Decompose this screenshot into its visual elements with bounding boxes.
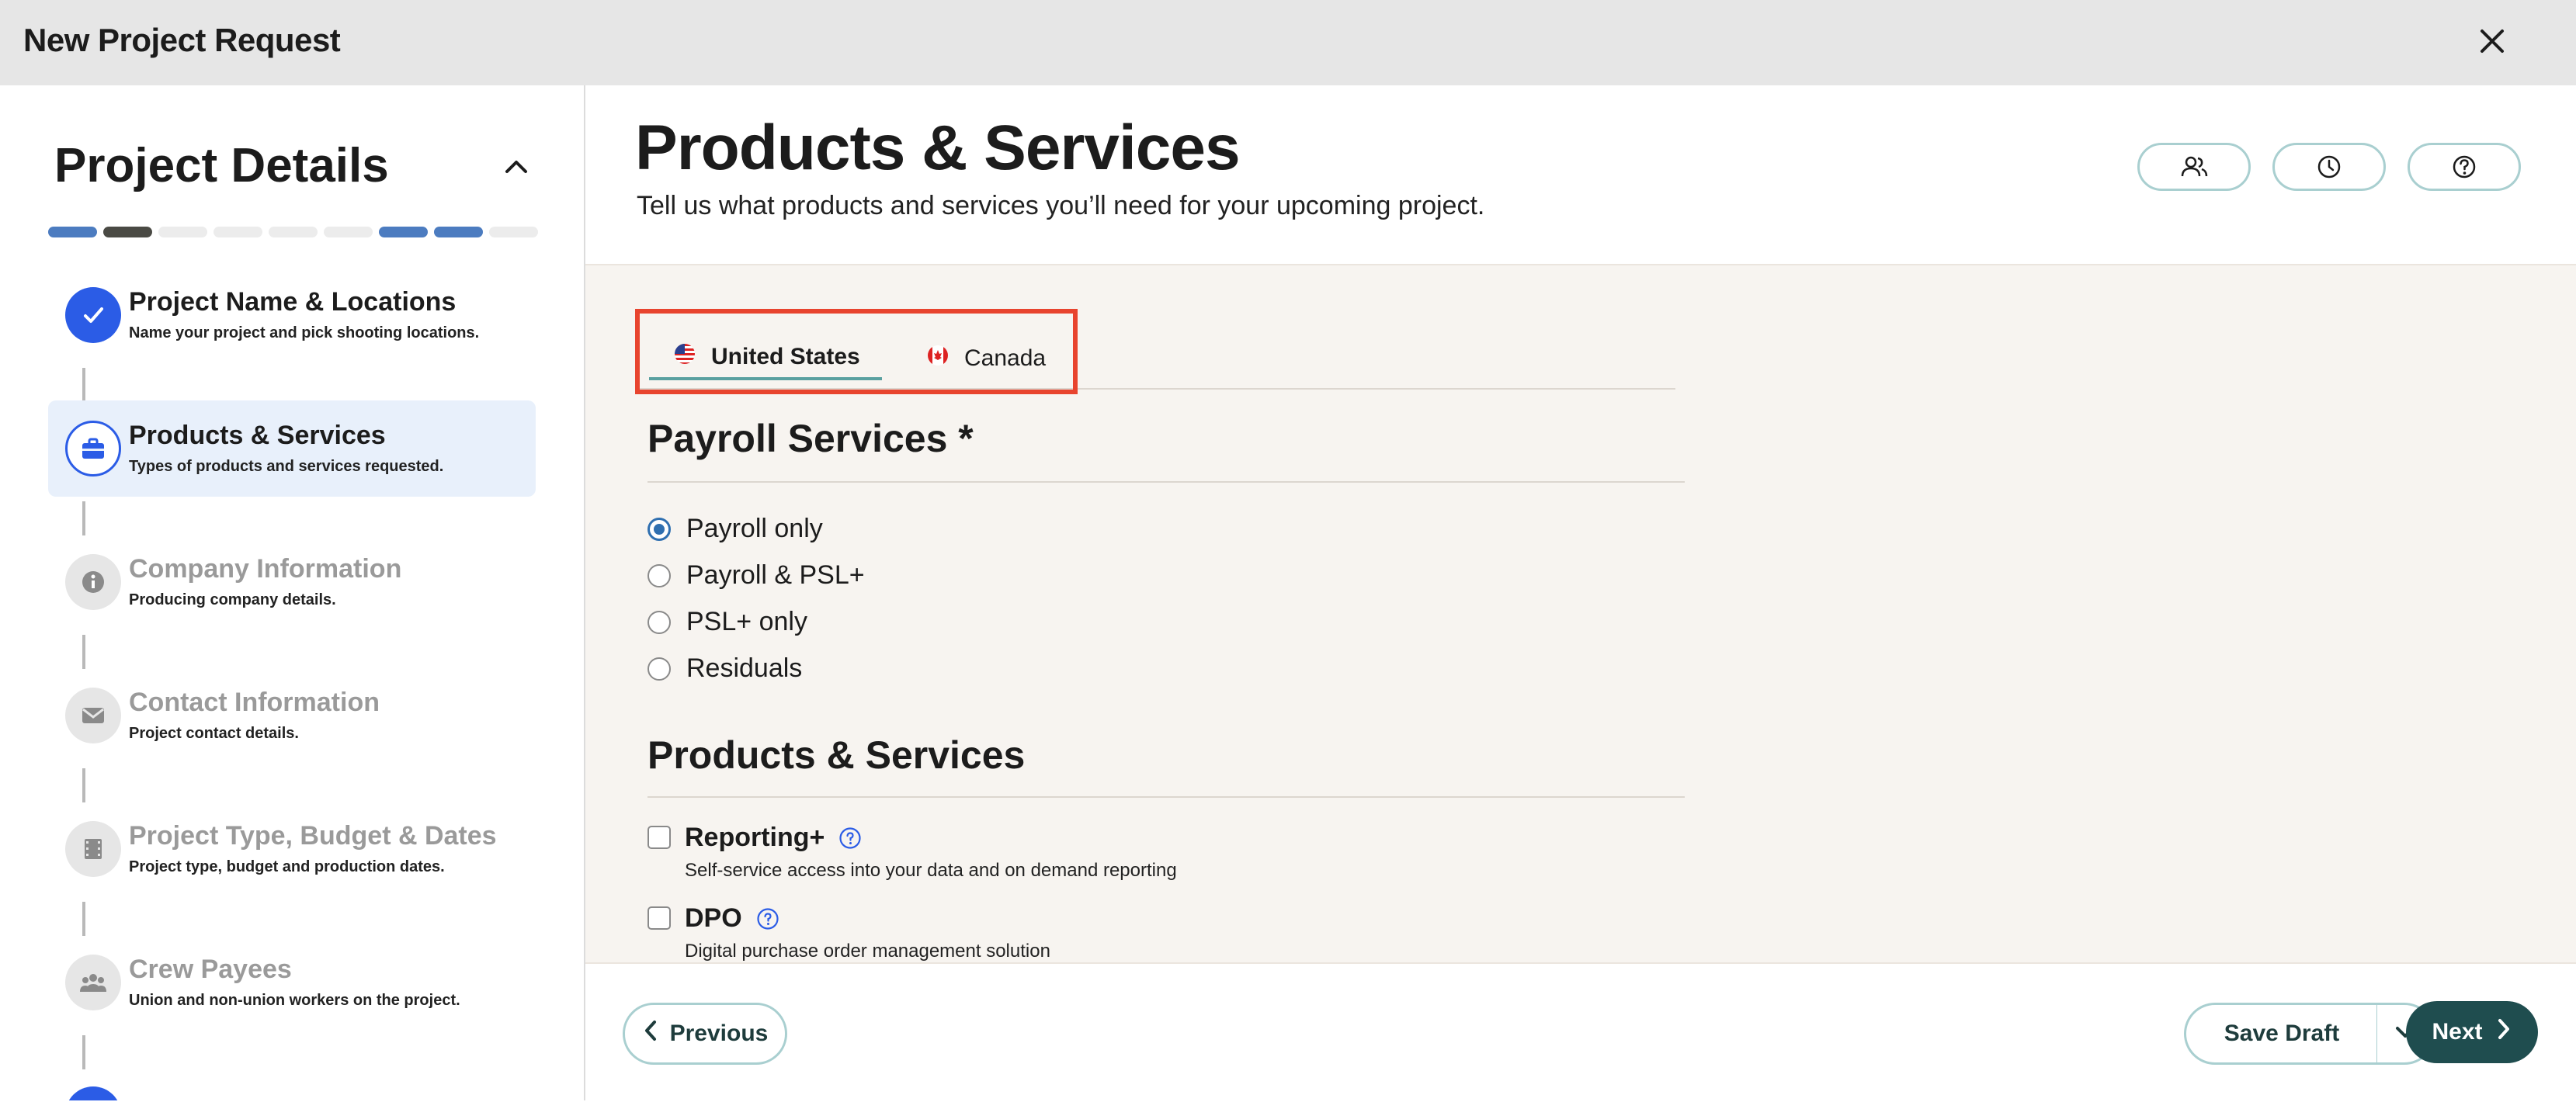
radio-label: Payroll only	[686, 514, 823, 543]
help-icon[interactable]	[2408, 143, 2521, 191]
radio-button[interactable]	[647, 563, 671, 587]
window-title: New Project Request	[23, 22, 341, 58]
step-crew-payees[interactable]: Crew Payees Union and non-union workers …	[48, 934, 536, 1031]
next-button[interactable]: Next	[2406, 1001, 2538, 1063]
step-title: Company Information	[129, 554, 402, 584]
step-title: Project Name & Locations	[129, 287, 457, 317]
people-icon	[65, 955, 121, 1010]
step-subtitle: Union and non-union workers on the proje…	[129, 992, 460, 1009]
page-title: Products & Services	[635, 113, 1241, 183]
step-title: Products & Services	[129, 421, 386, 450]
checkbox-description: Self-service access into your data and o…	[685, 860, 1177, 881]
main-panel: Products & Services Tell us what product…	[585, 85, 2576, 1102]
chevron-up-icon[interactable]	[497, 147, 536, 186]
film-icon	[65, 821, 121, 877]
title-bar: New Project Request	[0, 0, 2576, 85]
divider	[647, 481, 1685, 483]
sidebar-title: Project Details	[54, 139, 389, 192]
help-circle-icon[interactable]	[838, 826, 862, 850]
radio-residuals[interactable]: Residuals	[647, 653, 802, 684]
footer: Previous Save Draft Next	[585, 962, 2576, 1102]
chevron-left-icon	[642, 1019, 659, 1048]
clock-icon[interactable]	[2272, 143, 2386, 191]
help-circle-icon[interactable]	[756, 907, 779, 930]
envelope-icon	[65, 688, 121, 743]
step-subtitle: Project type, budget and production date…	[129, 858, 445, 875]
info-icon	[65, 554, 121, 610]
progress-segment	[269, 227, 318, 237]
save-draft-button[interactable]: Save Draft	[2184, 1003, 2378, 1065]
products-section-title: Products & Services	[647, 733, 1026, 777]
step-title: Project Type, Budget & Dates	[129, 821, 497, 851]
next-label: Next	[2432, 1019, 2483, 1045]
progress-segment	[214, 227, 262, 237]
progress-segment	[434, 227, 483, 237]
step-connector	[82, 635, 85, 669]
radio-payroll-psl[interactable]: Payroll & PSL+	[647, 560, 865, 591]
step-subtitle: Name your project and pick shooting loca…	[129, 324, 480, 341]
step-subtitle: Project contact details.	[129, 725, 299, 742]
step-title: Contact Information	[129, 688, 380, 717]
step-connector	[82, 768, 85, 802]
progress-segment	[48, 227, 97, 237]
progress-segment	[324, 227, 373, 237]
page-subtitle: Tell us what products and services you’l…	[637, 191, 1485, 220]
users-icon[interactable]	[2137, 143, 2251, 191]
step-connector	[82, 1035, 85, 1069]
progress-bar	[48, 227, 538, 237]
step-subtitle: Types of products and services requested…	[129, 458, 444, 475]
checkbox[interactable]	[647, 906, 671, 930]
radio-button[interactable]	[647, 517, 671, 541]
step-project-type-budget-dates[interactable]: Project Type, Budget & Dates Project typ…	[48, 801, 536, 897]
progress-segment	[379, 227, 428, 237]
previous-label: Previous	[669, 1021, 769, 1046]
checkbox[interactable]	[647, 826, 671, 849]
tab-highlight-box	[635, 309, 1078, 394]
radio-button[interactable]	[647, 610, 671, 634]
step-products-services[interactable]: Products & Services Types of products an…	[48, 400, 536, 497]
step-company-information[interactable]: Company Information Producing company de…	[48, 534, 536, 630]
step-next-circle	[65, 1086, 121, 1100]
checkbox-label: DPO	[685, 903, 742, 933]
step-project-name-locations[interactable]: Project Name & Locations Name your proje…	[48, 267, 536, 363]
check-icon	[65, 287, 121, 343]
save-draft-label: Save Draft	[2224, 1021, 2340, 1046]
progress-segment	[489, 227, 538, 237]
radio-psl-only[interactable]: PSL+ only	[647, 607, 807, 637]
sidebar: Project Details Project Name & Locations…	[0, 85, 585, 1100]
radio-button[interactable]	[647, 657, 671, 681]
divider	[647, 796, 1685, 798]
step-subtitle: Producing company details.	[129, 591, 336, 608]
close-icon[interactable]	[2469, 23, 2515, 62]
main-header: Products & Services Tell us what product…	[585, 85, 2576, 265]
briefcase-icon	[65, 421, 121, 476]
payroll-section-title: Payroll Services *	[647, 417, 974, 460]
step-connector	[82, 368, 85, 402]
step-connector	[82, 902, 85, 936]
progress-segment	[103, 227, 152, 237]
radio-label: PSL+ only	[686, 607, 807, 636]
progress-segment	[158, 227, 207, 237]
radio-label: Payroll & PSL+	[686, 560, 865, 590]
previous-button[interactable]: Previous	[623, 1003, 787, 1065]
step-title: Crew Payees	[129, 955, 292, 984]
checkbox-label: Reporting+	[685, 823, 825, 852]
radio-payroll-only[interactable]: Payroll only	[647, 514, 823, 544]
checkbox-description: Digital purchase order management soluti…	[685, 941, 1050, 962]
radio-label: Residuals	[686, 653, 803, 683]
step-connector	[82, 501, 85, 535]
chevron-right-icon	[2495, 1017, 2512, 1047]
step-contact-information[interactable]: Contact Information Project contact deta…	[48, 667, 536, 764]
